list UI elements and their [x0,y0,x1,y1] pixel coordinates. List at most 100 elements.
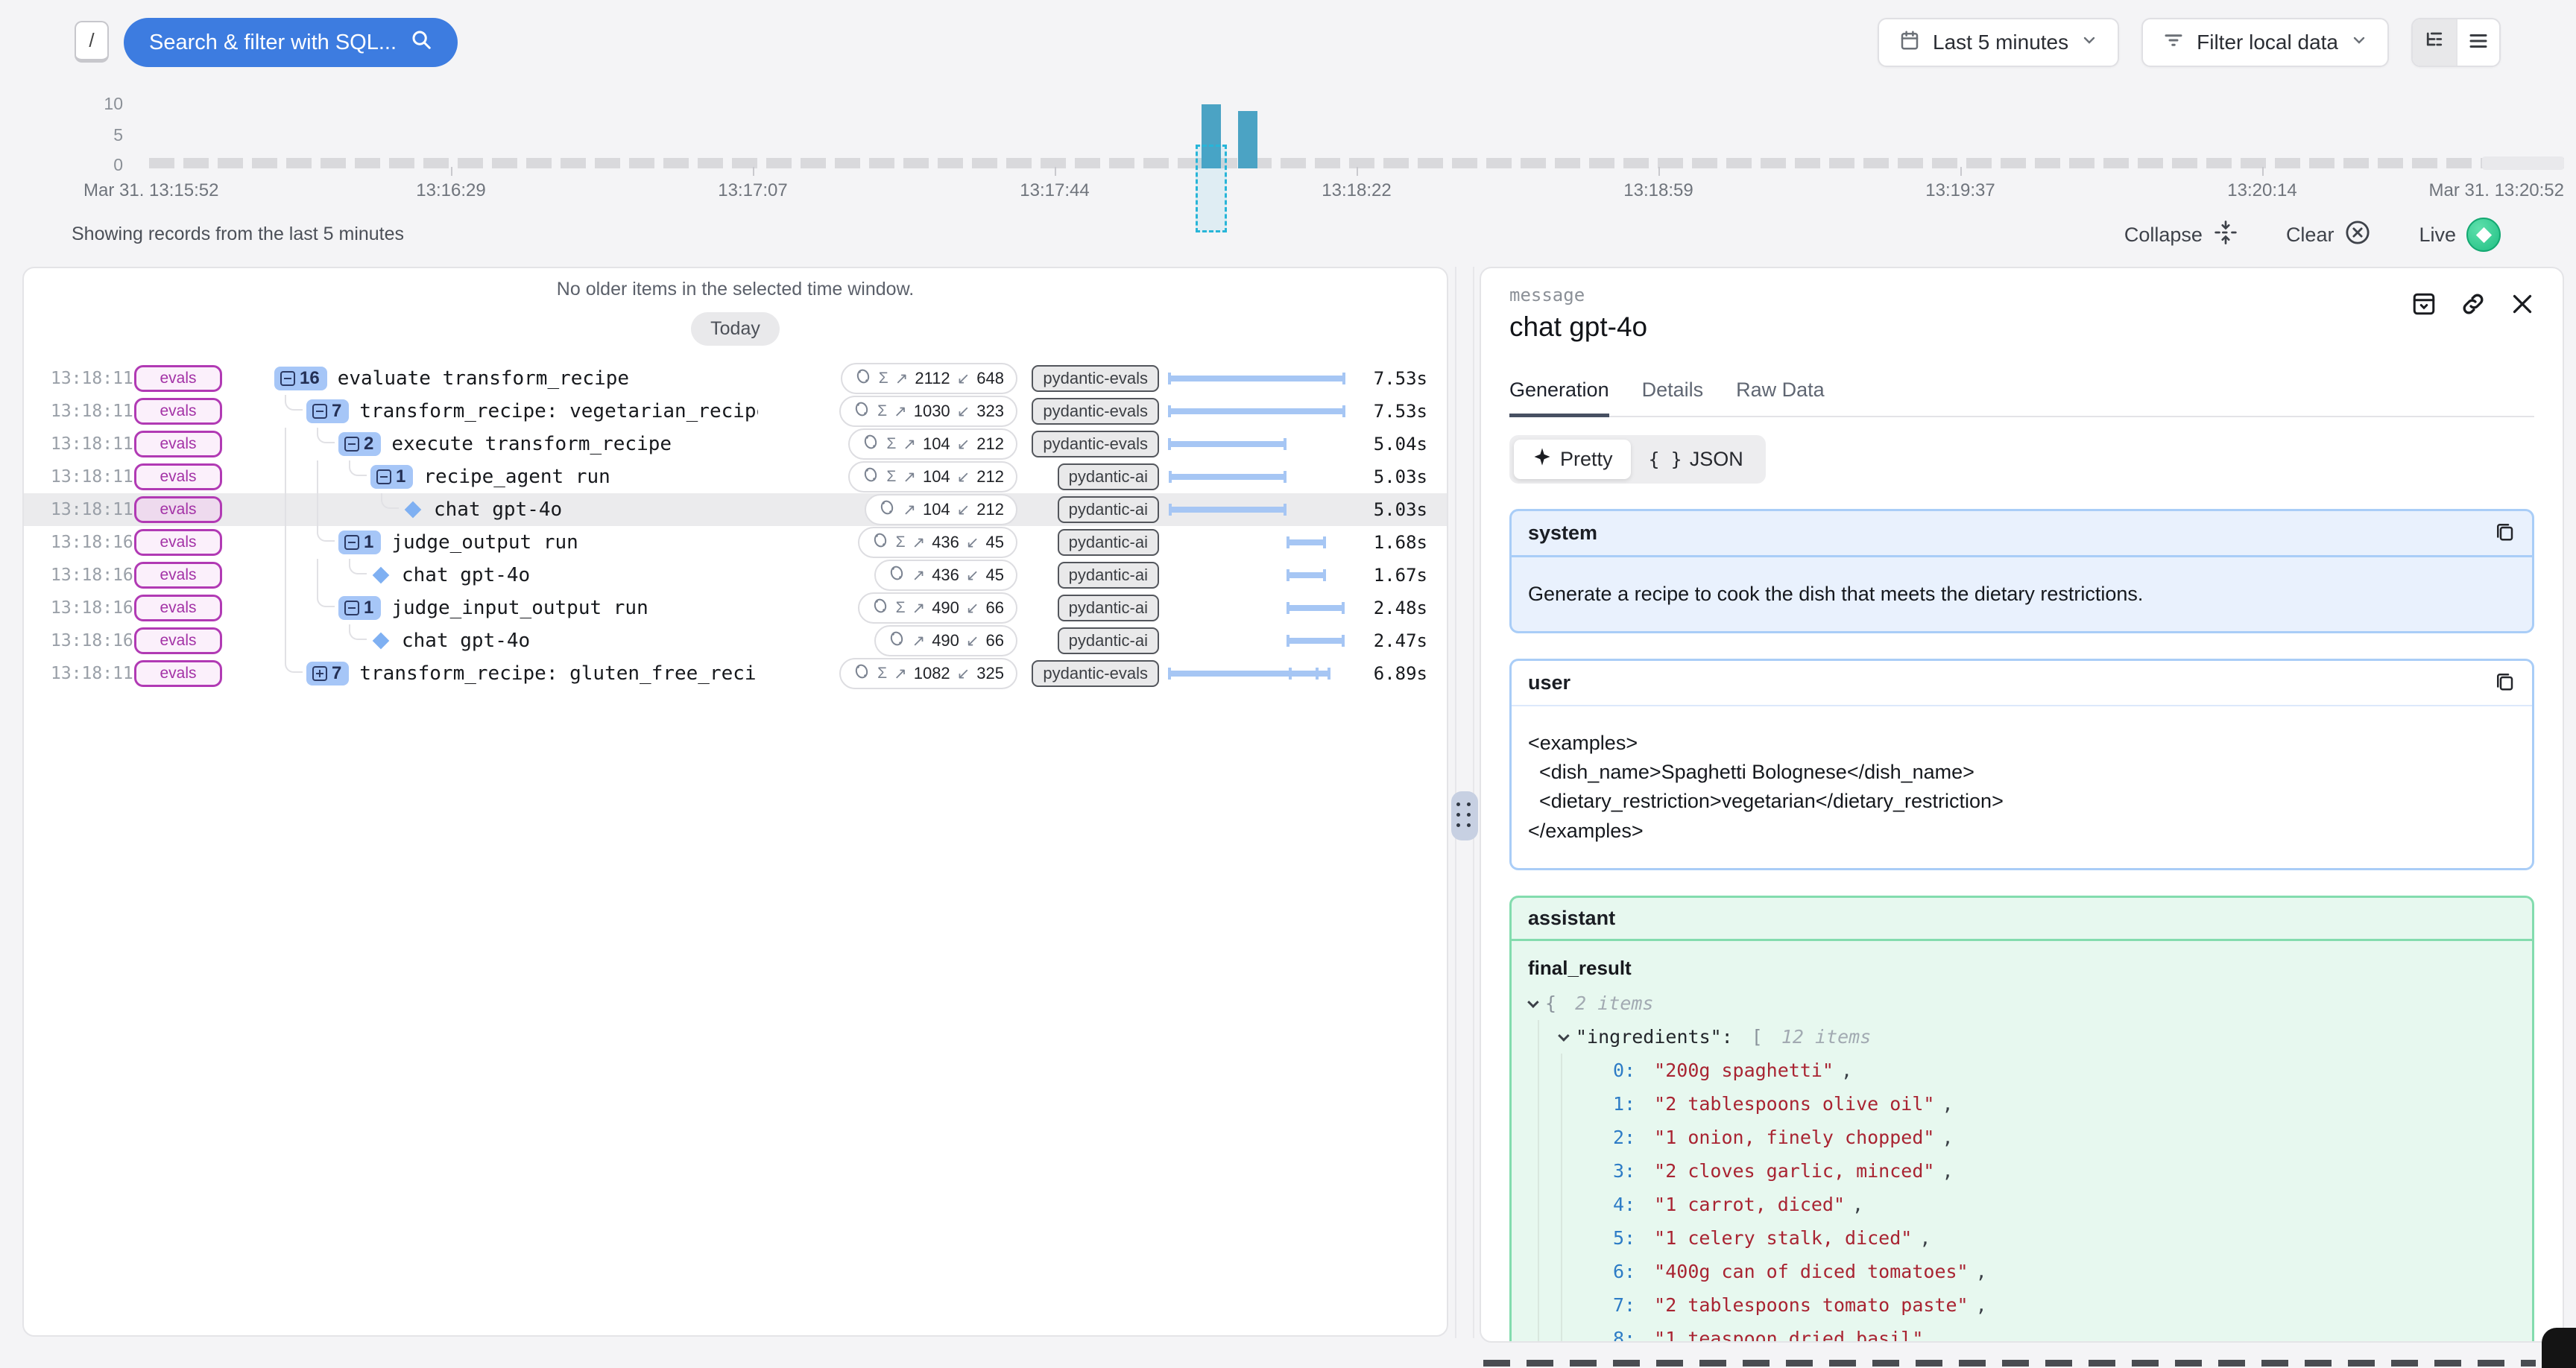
node-collapse-badge[interactable]: 7 [306,399,349,423]
json-array-index: 7: [1613,1292,1635,1319]
panel-resize-handle[interactable] [1451,791,1478,840]
trace-row[interactable]: 13:18:11evals2execute transform_recipeΣ↗… [24,428,1447,460]
x-axis-tick-label: 13:18:59 [1623,180,1693,201]
collapse-node-icon [344,437,359,452]
close-icon[interactable] [2509,291,2536,321]
tab-raw-data[interactable]: Raw Data [1736,379,1825,416]
trace-row-tokens-cell: Σ↗104↙212 [758,428,1017,460]
node-collapse-badge[interactable]: 1 [338,596,381,620]
node-collapse-badge[interactable]: 1 [370,465,413,489]
level-badge-evals[interactable]: evals [134,398,222,425]
trace-row-tokens-cell: Σ↗104↙212 [758,461,1017,493]
trace-row-tokens-cell: Σ↗490↙66 [758,592,1017,624]
copy-icon[interactable] [2493,670,2516,696]
list-view-icon [2467,30,2490,56]
trace-row[interactable]: 13:18:16evalschat gpt-4o↗490↙66pydantic-… [24,624,1447,657]
trace-row-timestamp: 13:18:11 [51,434,134,454]
role-label-assistant: assistant [1528,907,1615,930]
trace-rows: 13:18:11evals16evaluate transform_recipe… [24,362,1447,690]
token-usage-pill: ↗104↙212 [865,494,1017,525]
list-view-toggle[interactable] [2456,19,2499,66]
x-axis-tick-label: 13:16:29 [416,180,485,201]
input-tokens-count: 436 [932,533,959,552]
records-histogram[interactable]: 10 5 0 Mar 31. 13:15:5213:16:2913:17:071… [0,83,2576,212]
trace-row[interactable]: 13:18:16evalschat gpt-4o↗436↙45pydantic-… [24,559,1447,592]
token-usage-pill: Σ↗1030↙323 [839,396,1017,427]
trace-row[interactable]: 13:18:11evals16evaluate transform_recipe… [24,362,1447,395]
chevron-down-icon[interactable] [1527,997,1539,1009]
trace-row-tree-cell: 7 transform_recipe: gluten_free_recipe [274,657,758,690]
level-badge-evals[interactable]: evals [134,463,222,490]
level-badge-evals[interactable]: evals [134,627,222,654]
message-card-system: system Generate a recipe to cook the dis… [1509,509,2534,633]
clear-label: Clear [2286,224,2334,247]
histogram-bar[interactable] [1238,111,1257,168]
node-collapse-badge[interactable]: 7 [306,662,349,685]
detail-panel: message chat gpt-4o Gen [1480,267,2564,1343]
output-tokens-icon: ↙ [957,370,970,388]
span-label: evaluate transform_recipe [338,367,629,390]
trace-row-timestamp: 13:18:11 [51,467,134,487]
copy-icon[interactable] [2493,520,2516,546]
input-tokens-count: 2112 [915,369,950,388]
time-range-dropdown[interactable]: Last 5 minutes [1878,18,2119,67]
x-axis-tick-label: 13:20:14 [2227,180,2296,201]
span-label: chat gpt-4o [402,564,530,586]
collapse-button[interactable]: Collapse [2124,220,2238,250]
x-axis-tick [1055,167,1056,176]
link-icon[interactable] [2460,291,2487,321]
waterfall-bar [1287,635,1344,647]
clear-button[interactable]: Clear [2286,219,2372,251]
trace-row[interactable]: 13:18:16evals1judge_output runΣ↗436↙45py… [24,526,1447,559]
trace-row[interactable]: 13:18:11evals7transform_recipe: gluten_f… [24,657,1447,690]
level-badge-evals[interactable]: evals [134,496,222,523]
sigma-icon: Σ [886,468,896,486]
slash-shortcut-key: / [75,21,109,63]
output-tokens-icon: ↙ [957,665,970,683]
trace-row-tokens-cell: ↗104↙212 [758,494,1017,525]
span-label: chat gpt-4o [434,498,562,521]
trace-row[interactable]: 13:18:11evals7transform_recipe: vegetari… [24,395,1447,428]
showing-records-text: Showing records from the last 5 minutes [72,224,404,245]
today-pill[interactable]: Today [691,312,780,346]
node-collapse-badge[interactable]: 1 [338,531,381,554]
waterfall-bar [1168,373,1345,384]
trace-row[interactable]: 13:18:16evals1judge_input_output runΣ↗49… [24,592,1447,624]
trace-row-tree-cell: chat gpt-4o [274,624,758,657]
tree-view-toggle[interactable] [2413,19,2456,66]
tab-details[interactable]: Details [1642,379,1704,416]
level-badge-evals[interactable]: evals [134,562,222,589]
panel-expand-icon[interactable] [2411,291,2437,321]
filter-local-data-dropdown[interactable]: Filter local data [2141,18,2389,67]
live-toggle[interactable]: Live [2419,218,2501,252]
trace-row-waterfall-cell [1159,567,1354,583]
json-line: 8: "1 teaspoon dried basil", [1562,1322,2516,1343]
level-badge-evals[interactable]: evals [134,365,222,392]
level-badge-evals[interactable]: evals [134,595,222,621]
tree-guide-line [285,428,286,460]
tree-guide-line [285,559,286,592]
level-badge-evals[interactable]: evals [134,431,222,457]
child-count: 16 [300,368,320,389]
chevron-down-icon[interactable] [1558,1030,1570,1042]
node-collapse-badge[interactable]: 16 [274,367,327,390]
x-axis-tick-label: Mar 31. 13:20:52 [2429,180,2564,201]
pretty-view-button[interactable]: Pretty [1514,440,1631,479]
search-button[interactable]: Search & filter with SQL... [124,18,458,67]
token-usage-pill: Σ↗2112↙648 [841,363,1017,394]
tree-guide-line [285,592,286,624]
trace-row-duration: 5.03s [1354,466,1427,487]
output-tokens-icon: ↙ [966,533,979,552]
level-badge-evals[interactable]: evals [134,529,222,556]
span-label: transform_recipe: gluten_free_recipe [359,662,758,685]
input-tokens-icon: ↗ [903,501,916,519]
level-badge-evals[interactable]: evals [134,660,222,687]
json-key: "ingredients": [1576,1024,1733,1051]
json-comma: , [1976,1292,1987,1319]
trace-row[interactable]: 13:18:11evals1recipe_agent runΣ↗104↙212p… [24,460,1447,493]
node-collapse-badge[interactable]: 2 [338,432,381,456]
trace-row[interactable]: 13:18:11evalschat gpt-4o↗104↙212pydantic… [24,493,1447,526]
tab-generation[interactable]: Generation [1509,379,1609,417]
json-view-button[interactable]: { } JSON [1631,440,1761,479]
coin-icon [888,564,906,586]
